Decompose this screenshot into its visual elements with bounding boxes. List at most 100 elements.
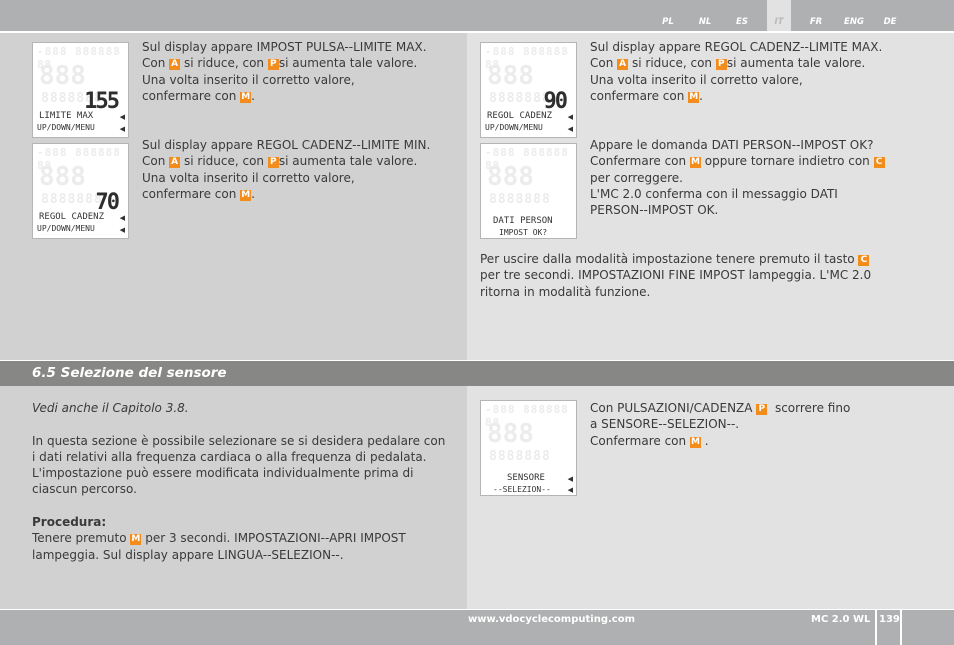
text-line: Con PULSAZIONI/CADENZA P scorrere fino	[590, 401, 851, 415]
key-p-icon: P	[267, 157, 279, 169]
text-line: Per uscire dalla modalità impostazione t…	[480, 251, 871, 267]
text-line: confermare con M.	[142, 88, 255, 103]
lcd-ghost-row: 8888888	[489, 91, 551, 106]
text-line: Una volta inserito il corretto valore,	[142, 170, 355, 185]
lcd-line2: UP/DOWN/MENU	[37, 224, 95, 233]
text-line: Una volta inserito il corretto valore,	[142, 72, 355, 87]
lcd-ghost-digits: 888	[39, 162, 86, 192]
arrow-left-icon: ◀	[567, 113, 573, 121]
key-m-icon: M	[689, 436, 701, 448]
lang-tab-de[interactable]: DE	[878, 0, 902, 31]
key-a-icon: A	[617, 59, 629, 71]
lcd-ghost-digits: 888	[487, 162, 534, 192]
lang-tab-nl[interactable]: NL	[693, 0, 717, 31]
key-p-icon: P	[267, 59, 279, 71]
text-line: L'MC 2.0 conferma con il messaggio DATI	[590, 186, 838, 201]
key-m-icon: M	[688, 91, 700, 103]
arrow-left-icon: ◀	[567, 486, 573, 494]
page-number: 139	[879, 614, 900, 625]
instruction-block: Sul display appare REGOL CADENZ--LIMITE …	[142, 137, 430, 202]
text-line: Confermare con M oppure tornare indietro…	[590, 153, 885, 169]
arrow-left-icon: ◀	[119, 214, 125, 222]
key-p-icon: P	[715, 59, 727, 71]
footer-website-link[interactable]: www.vdocyclecomputing.com	[468, 614, 635, 625]
text-line: Con A si riduce, con Psi aumenta tale va…	[142, 154, 418, 169]
lcd-display-regol-cadenz-max: -888 888888 88 888 8888888 90 REGOL CADE…	[480, 42, 577, 138]
key-c-icon: C	[873, 157, 885, 169]
footer-divider	[900, 610, 902, 645]
lcd-ghost-digits: 888	[39, 61, 86, 91]
text-line: Confermare con M .	[590, 433, 709, 448]
arrow-left-icon: ◀	[119, 113, 125, 121]
lcd-display-sensore: -888 888888 88 888 8888888 SENSORE --SEL…	[480, 400, 577, 496]
text-line: Con A si riduce, con Psi aumenta tale va…	[590, 56, 866, 71]
lcd-line2: --SELEZION--	[493, 485, 551, 494]
key-m-icon: M	[689, 157, 701, 169]
section-title: 6.5 Selezione del sensore	[32, 365, 227, 381]
arrow-left-icon: ◀	[567, 475, 573, 483]
text-line: i dati relativi alla frequenza cardiaca …	[32, 449, 427, 464]
lcd-line2: UP/DOWN/MENU	[485, 123, 543, 132]
key-m-icon: M	[240, 91, 252, 103]
text-line: In questa sezione è possibile selezionar…	[32, 433, 446, 448]
lcd-line1: DATI PERSON	[493, 216, 553, 226]
text-line: per correggere.	[590, 170, 683, 185]
lcd-ghost-digits: 888	[487, 61, 534, 91]
lang-tab-eng[interactable]: ENG	[841, 0, 867, 31]
instruction-block: Con PULSAZIONI/CADENZA P scorrere fino a…	[590, 400, 850, 449]
lcd-ghost-row: 8888888	[41, 192, 103, 207]
key-c-icon: C	[858, 255, 870, 266]
lang-tab-es[interactable]: ES	[730, 0, 754, 31]
lcd-line1: LIMITE MAX	[39, 111, 94, 121]
text-line: per tre secondi. IMPOSTAZIONI FINE IMPOS…	[480, 268, 872, 283]
key-a-icon: A	[169, 59, 181, 71]
lang-tab-pl[interactable]: PL	[656, 0, 680, 31]
key-m-icon: M	[240, 189, 252, 201]
text-line: ritorna in modalità funzione.	[480, 284, 651, 299]
key-p-icon: P	[756, 404, 768, 415]
lcd-ghost-row: 8888888	[489, 449, 551, 464]
text-line: lampeggia. Sul display appare LINGUA--SE…	[32, 547, 344, 562]
see-also-reference: Vedi anche il Capitolo 3.8.	[32, 401, 189, 415]
instruction-block: Sul display appare IMPOST PULSA--LIMITE …	[142, 39, 427, 104]
key-a-icon: A	[169, 157, 181, 169]
lang-tab-it[interactable]: IT	[767, 0, 791, 31]
text-line: ciascun percorso.	[32, 482, 137, 497]
instruction-block: Sul display appare REGOL CADENZ--LIMITE …	[590, 39, 882, 104]
lcd-display-limite-max: -888 888888 88 888 8888888 155 LIMITE MA…	[32, 42, 129, 138]
procedure-heading: Procedura:	[32, 515, 107, 530]
footer-divider	[875, 610, 877, 645]
text-line: PERSON--IMPOST OK.	[590, 203, 719, 218]
arrow-left-icon: ◀	[119, 125, 125, 133]
exit-instructions: Per uscire dalla modalità impostazione t…	[480, 251, 871, 300]
text-line: confermare con M.	[590, 88, 703, 103]
section-header: 6.5 Selezione del sensore	[0, 361, 954, 386]
text-line: confermare con M.	[142, 186, 255, 201]
text-line: Sul display appare IMPOST PULSA--LIMITE …	[142, 40, 427, 54]
text-line: Tenere premuto M per 3 secondi. IMPOSTAZ…	[32, 531, 406, 546]
lcd-line2: IMPOST OK?	[499, 228, 548, 237]
lcd-ghost-digits: 888	[487, 419, 534, 449]
lcd-display-regol-cadenz-min: -888 888888 88 888 8888888 70 REGOL CADE…	[32, 143, 129, 239]
lcd-line1: REGOL CADENZ	[39, 212, 105, 222]
lcd-line2: UP/DOWN/MENU	[37, 123, 95, 132]
lcd-ghost-row: 8888888	[489, 192, 551, 207]
footer-model: MC 2.0 WL	[811, 614, 871, 625]
lcd-line1: REGOL CADENZ	[487, 111, 553, 121]
page-footer: www.vdocyclecomputing.com MC 2.0 WL 139	[0, 610, 954, 645]
text-line: Appare le domanda DATI PERSON--IMPOST OK…	[590, 138, 874, 152]
text-line: Sul display appare REGOL CADENZ--LIMITE …	[142, 138, 431, 152]
arrow-left-icon: ◀	[119, 226, 125, 234]
key-m-icon: M	[130, 534, 142, 546]
text-line: L'impostazione può essere modificata ind…	[32, 466, 414, 481]
lang-tab-fr[interactable]: FR	[804, 0, 828, 31]
arrow-left-icon: ◀	[567, 125, 573, 133]
text-line: Sul display appare REGOL CADENZ--LIMITE …	[590, 40, 883, 54]
text-line: Una volta inserito il corretto valore,	[590, 72, 803, 87]
language-bar: PL NL ES IT FR ENG DE	[0, 0, 954, 31]
text-line: Con A si riduce, con Psi aumenta tale va…	[142, 56, 418, 71]
lcd-line1: SENSORE	[507, 473, 545, 483]
section-intro: Vedi anche il Capitolo 3.8. In questa se…	[32, 400, 445, 563]
lcd-display-dati-person: -888 888888 88 888 8888888 DATI PERSON I…	[480, 143, 577, 239]
instruction-block: Appare le domanda DATI PERSON--IMPOST OK…	[590, 137, 885, 218]
